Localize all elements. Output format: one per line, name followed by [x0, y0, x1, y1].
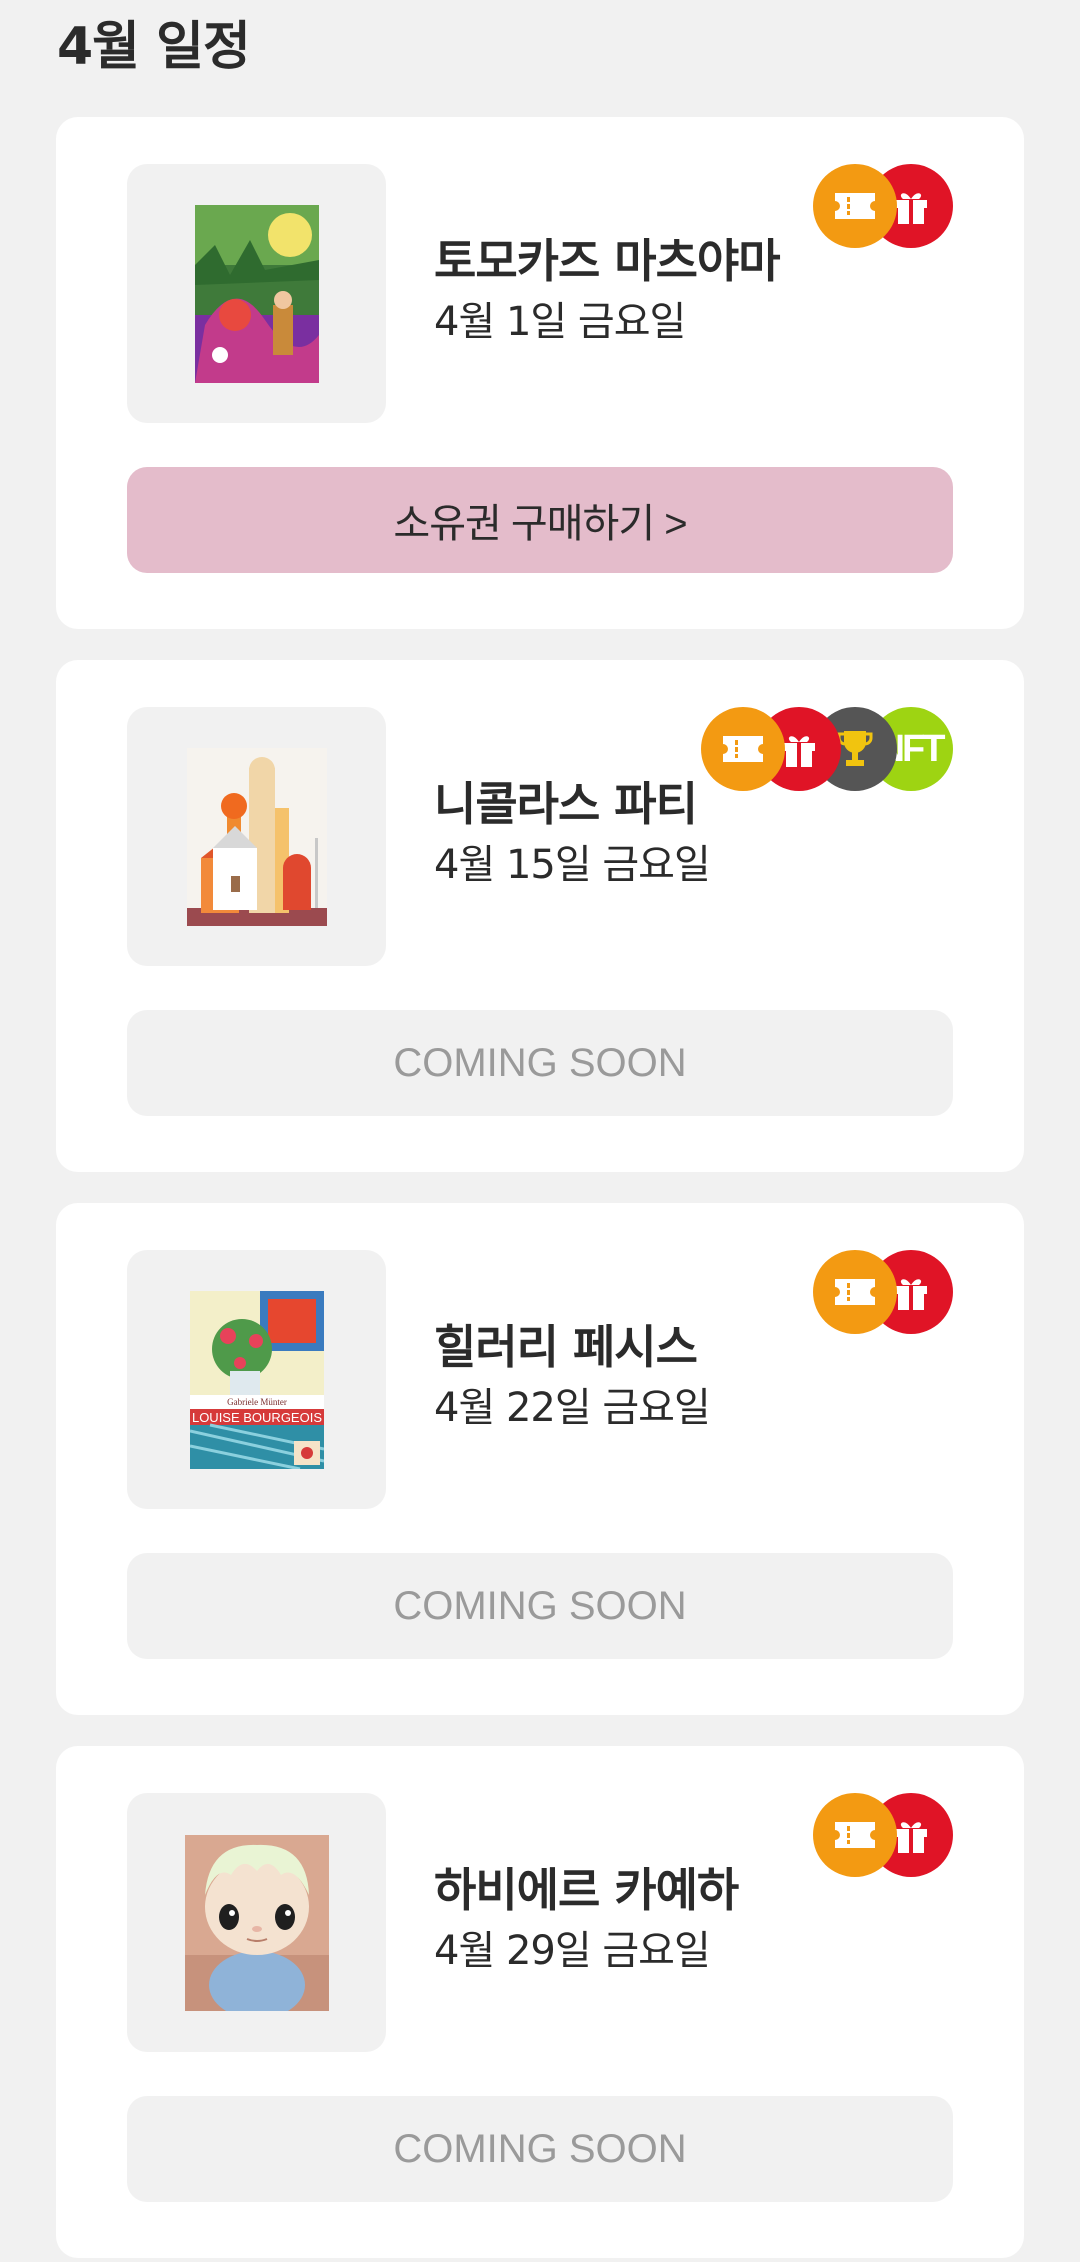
- event-card: 하비에르 카예하 4월 29일 금요일 COMING SOON: [56, 1746, 1024, 2258]
- event-title: 니콜라스 파티: [434, 777, 698, 831]
- artwork-thumbnail[interactable]: [127, 164, 386, 423]
- artwork-image: [186, 747, 327, 926]
- page-title: 4월 일정: [57, 17, 251, 77]
- event-card: NFT 니콜라스 파티 4월 15일 금요일 COMING SOON: [56, 660, 1024, 1172]
- event-card: 토모카즈 마츠야마 4월 1일 금요일 소유권 구매하기 >: [56, 117, 1024, 629]
- event-title: 하비에르 카예하: [434, 1863, 739, 1917]
- book-author-text: Gabriele Münter: [227, 1397, 287, 1407]
- ticket-icon: [813, 1793, 897, 1877]
- event-card: Gabriele Münter LOUISE BOURGEOIS 힐러리 페시스…: [56, 1203, 1024, 1715]
- benefit-badges: [813, 164, 953, 248]
- benefit-badges: [813, 1250, 953, 1334]
- ticket-icon: [813, 1250, 897, 1334]
- benefit-badges: NFT: [701, 707, 953, 791]
- buy-ownership-button[interactable]: 소유권 구매하기 >: [127, 467, 953, 573]
- event-title: 힐러리 페시스: [434, 1320, 698, 1374]
- event-date: 4월 29일 금요일: [434, 1928, 711, 1974]
- ticket-icon: [701, 707, 785, 791]
- benefit-badges: [813, 1793, 953, 1877]
- coming-soon-button: COMING SOON: [127, 1553, 953, 1659]
- coming-soon-button: COMING SOON: [127, 2096, 953, 2202]
- artwork-thumbnail[interactable]: Gabriele Münter LOUISE BOURGEOIS: [127, 1250, 386, 1509]
- event-date: 4월 1일 금요일: [434, 299, 686, 345]
- event-date: 4월 15일 금요일: [434, 842, 711, 888]
- artwork-image: [194, 204, 319, 383]
- ticket-icon: [813, 164, 897, 248]
- artwork-thumbnail[interactable]: [127, 1793, 386, 2052]
- artwork-thumbnail[interactable]: [127, 707, 386, 966]
- event-title: 토모카즈 마츠야마: [434, 234, 781, 288]
- event-date: 4월 22일 금요일: [434, 1385, 711, 1431]
- artwork-image: [184, 1834, 329, 2011]
- book-title-text: LOUISE BOURGEOIS: [191, 1410, 321, 1425]
- artwork-image: Gabriele Münter LOUISE BOURGEOIS: [189, 1290, 324, 1469]
- coming-soon-button: COMING SOON: [127, 1010, 953, 1116]
